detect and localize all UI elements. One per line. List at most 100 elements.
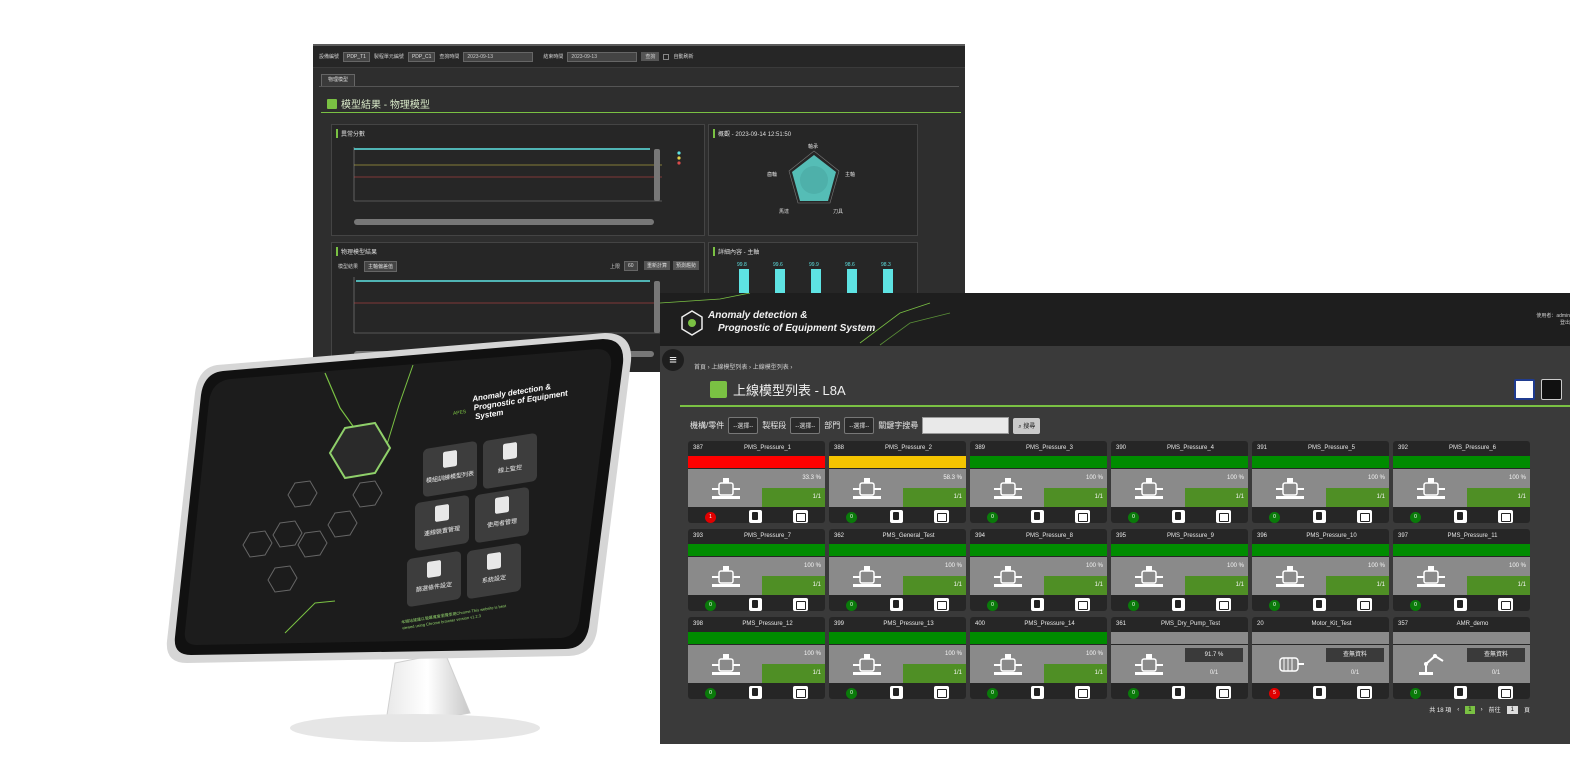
alert-count-badge[interactable]: 0 [987,512,998,523]
report-icon[interactable] [890,510,903,523]
model-card[interactable]: 20 Motor_Kit_Test 查無資料 0/1 5 [1252,617,1389,699]
model-name[interactable]: PMS_Pressure_1 [710,445,825,451]
model-name[interactable]: PMS_General_Test [851,533,966,539]
model-card[interactable]: 392 PMS_Pressure_6 100 % 1/1 0 [1393,441,1530,523]
pager-page[interactable]: 1 [1465,705,1475,714]
report-icon[interactable] [1172,510,1185,523]
model-card[interactable]: 396 PMS_Pressure_10 100 % 1/1 0 [1252,529,1389,611]
dept-filter-select[interactable]: --選擇-- [844,417,875,434]
alert-count-badge[interactable]: 0 [1128,688,1139,699]
alert-count-badge[interactable]: 0 [1410,512,1421,523]
model-name[interactable]: PMS_Pressure_9 [1133,533,1248,539]
menu-device-manage[interactable]: 連線裝置管理 [415,494,469,552]
model-name[interactable]: PMS_Pressure_2 [851,445,966,451]
model-name[interactable]: PMS_Pressure_14 [992,621,1107,627]
model-name[interactable]: PMS_Pressure_5 [1274,445,1389,451]
menu-system-settings[interactable]: 系統設定 [467,542,521,600]
report-icon[interactable] [1313,598,1326,611]
menu-online-monitor[interactable]: 線上監控 [483,432,537,490]
model-name[interactable]: PMS_Dry_Pump_Test [1133,621,1248,627]
alert-count-badge[interactable]: 0 [1269,512,1280,523]
pager-goto-input[interactable]: 1 [1506,705,1518,714]
alert-count-badge[interactable]: 0 [705,600,716,611]
model-name[interactable]: PMS_Pressure_12 [710,621,825,627]
report-icon[interactable] [1454,686,1467,699]
report-icon[interactable] [749,510,762,523]
edit-icon[interactable] [1075,510,1090,523]
breadcrumb-home[interactable]: 首頁 [694,365,706,371]
edit-icon[interactable] [793,598,808,611]
edit-icon[interactable] [1498,598,1513,611]
model-name[interactable]: PMS_Pressure_3 [992,445,1107,451]
model-card[interactable]: 397 PMS_Pressure_11 100 % 1/1 0 [1393,529,1530,611]
report-icon[interactable] [890,686,903,699]
edit-icon[interactable] [1216,510,1231,523]
edit-icon[interactable] [934,686,949,699]
alert-count-badge[interactable]: 0 [1128,600,1139,611]
edit-icon[interactable] [1216,686,1231,699]
model-card[interactable]: 362 PMS_General_Test 100 % 1/1 0 [829,529,966,611]
edit-icon[interactable] [1498,510,1513,523]
alert-count-badge[interactable]: 0 [987,600,998,611]
tab-physical-model[interactable]: 物理模型 [321,74,356,86]
alert-count-badge[interactable]: 0 [1128,512,1139,523]
logout-link[interactable]: 登出 [1536,320,1570,327]
edit-icon[interactable] [1357,510,1372,523]
report-icon[interactable] [749,686,762,699]
keyword-input[interactable] [922,417,1010,434]
alert-count-badge[interactable]: 5 [1269,688,1280,699]
model-card[interactable]: 390 PMS_Pressure_4 100 % 1/1 0 [1111,441,1248,523]
menu-filter-settings[interactable]: 篩選條件設定 [407,550,461,608]
report-icon[interactable] [1172,598,1185,611]
model-card[interactable]: 391 PMS_Pressure_5 100 % 1/1 0 [1252,441,1389,523]
model-name[interactable]: PMS_Pressure_11 [1415,533,1530,539]
report-icon[interactable] [1031,510,1044,523]
query-button[interactable]: 查詢 [641,52,660,61]
menu-model-list[interactable]: 模組訓練模型列表 [423,440,477,498]
edit-icon[interactable] [934,510,949,523]
edit-icon[interactable] [1075,598,1090,611]
report-icon[interactable] [1313,510,1326,523]
model-name[interactable]: AMR_demo [1415,621,1530,627]
end-date-input[interactable]: 2023-09-13 [567,51,638,62]
breadcrumb-list[interactable]: 上線模型列表 [711,365,747,371]
model-card[interactable]: 357 AMR_demo 查無資料 0/1 0 [1393,617,1530,699]
alert-count-badge[interactable]: 0 [846,512,857,523]
model-card[interactable]: 393 PMS_Pressure_7 100 % 1/1 0 [688,529,825,611]
report-icon[interactable] [1031,598,1044,611]
model-name[interactable]: PMS_Pressure_10 [1274,533,1389,539]
edit-icon[interactable] [1357,686,1372,699]
edit-icon[interactable] [934,598,949,611]
edit-icon[interactable] [793,510,808,523]
edit-icon[interactable] [1216,598,1231,611]
model-name[interactable]: PMS_Pressure_6 [1415,445,1530,451]
model-card[interactable]: 400 PMS_Pressure_14 100 % 1/1 0 [970,617,1107,699]
report-icon[interactable] [890,598,903,611]
report-icon[interactable] [1454,510,1467,523]
menu-toggle-icon[interactable]: ≡ [662,349,684,371]
alert-count-badge[interactable]: 0 [846,688,857,699]
report-icon[interactable] [1454,598,1467,611]
alert-count-badge[interactable]: 0 [987,688,998,699]
alert-count-badge[interactable]: 0 [846,600,857,611]
search-button[interactable]: ⌕ 搜尋 [1013,417,1041,434]
edit-icon[interactable] [1075,686,1090,699]
model-name[interactable]: Motor_Kit_Test [1274,621,1389,627]
pager-prev[interactable]: ‹ [1457,707,1459,713]
report-icon[interactable] [749,598,762,611]
model-card[interactable]: 388 PMS_Pressure_2 58.3 % 1/1 0 [829,441,966,523]
report-icon[interactable] [1313,686,1326,699]
alert-count-badge[interactable]: 0 [705,688,716,699]
edit-icon[interactable] [1357,598,1372,611]
device-select[interactable]: PDP_T1 [343,51,370,62]
process-filter-select[interactable]: --選擇-- [790,417,821,434]
alert-count-badge[interactable]: 0 [1269,600,1280,611]
model-name[interactable]: PMS_Pressure_8 [992,533,1107,539]
alert-count-badge[interactable]: 0 [1410,688,1421,699]
start-date-input[interactable]: 2023-09-13 [463,51,534,62]
model-card[interactable]: 389 PMS_Pressure_3 100 % 1/1 0 [970,441,1107,523]
model-name[interactable]: PMS_Pressure_4 [1133,445,1248,451]
report-icon[interactable] [1172,686,1185,699]
model-card[interactable]: 394 PMS_Pressure_8 100 % 1/1 0 [970,529,1107,611]
model-card[interactable]: 361 PMS_Dry_Pump_Test 91.7 % 0/1 0 [1111,617,1248,699]
